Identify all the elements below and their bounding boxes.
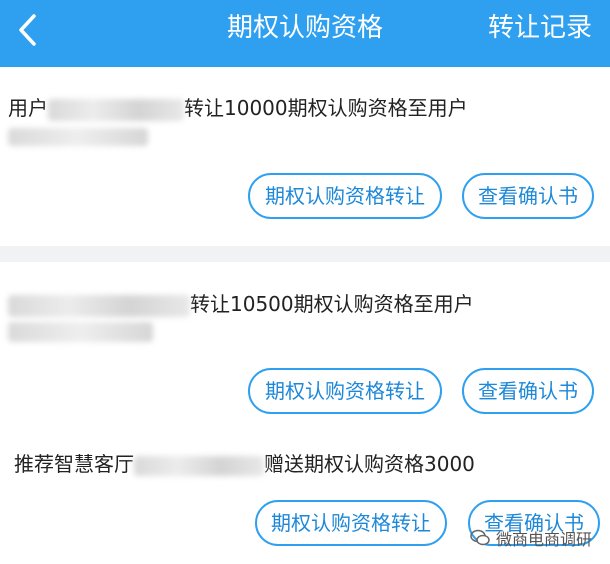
record-1-suffix: 转让10000期权认购资格至用户 — [184, 96, 468, 120]
wechat-icon — [470, 529, 490, 546]
option-transfer-button[interactable]: 期权认购资格转让 — [248, 173, 442, 219]
section-divider — [0, 246, 610, 262]
watermark: 微商电商调研 — [470, 526, 592, 550]
app-header: 期权认购资格 转让记录 — [0, 0, 610, 67]
masked-username — [134, 455, 264, 476]
record-1-text: 用户 转让10000期权认购资格至用户 — [8, 94, 468, 122]
masked-username-continued — [8, 128, 148, 146]
record-2-text: 转让10500期权认购资格至用户 — [8, 290, 474, 318]
record-3-prefix: 推荐智慧客厅 — [14, 452, 134, 476]
option-transfer-button[interactable]: 期权认购资格转让 — [248, 368, 442, 414]
record-3-suffix: 赠送期权认购资格3000 — [264, 452, 475, 476]
record-1-prefix: 用户 — [8, 96, 48, 120]
watermark-text: 微商电商调研 — [495, 530, 592, 549]
record-3-text: 推荐智慧客厅 赠送期权认购资格3000 — [14, 450, 475, 478]
masked-username — [48, 98, 184, 121]
masked-username-continued — [8, 322, 153, 342]
masked-username — [8, 294, 190, 317]
view-confirmation-button[interactable]: 查看确认书 — [462, 173, 594, 219]
record-2-suffix: 转让10500期权认购资格至用户 — [190, 292, 474, 316]
option-transfer-button[interactable]: 期权认购资格转让 — [255, 500, 447, 546]
transfer-records-link[interactable]: 转让记录 — [488, 10, 592, 46]
view-confirmation-button[interactable]: 查看确认书 — [462, 368, 594, 414]
